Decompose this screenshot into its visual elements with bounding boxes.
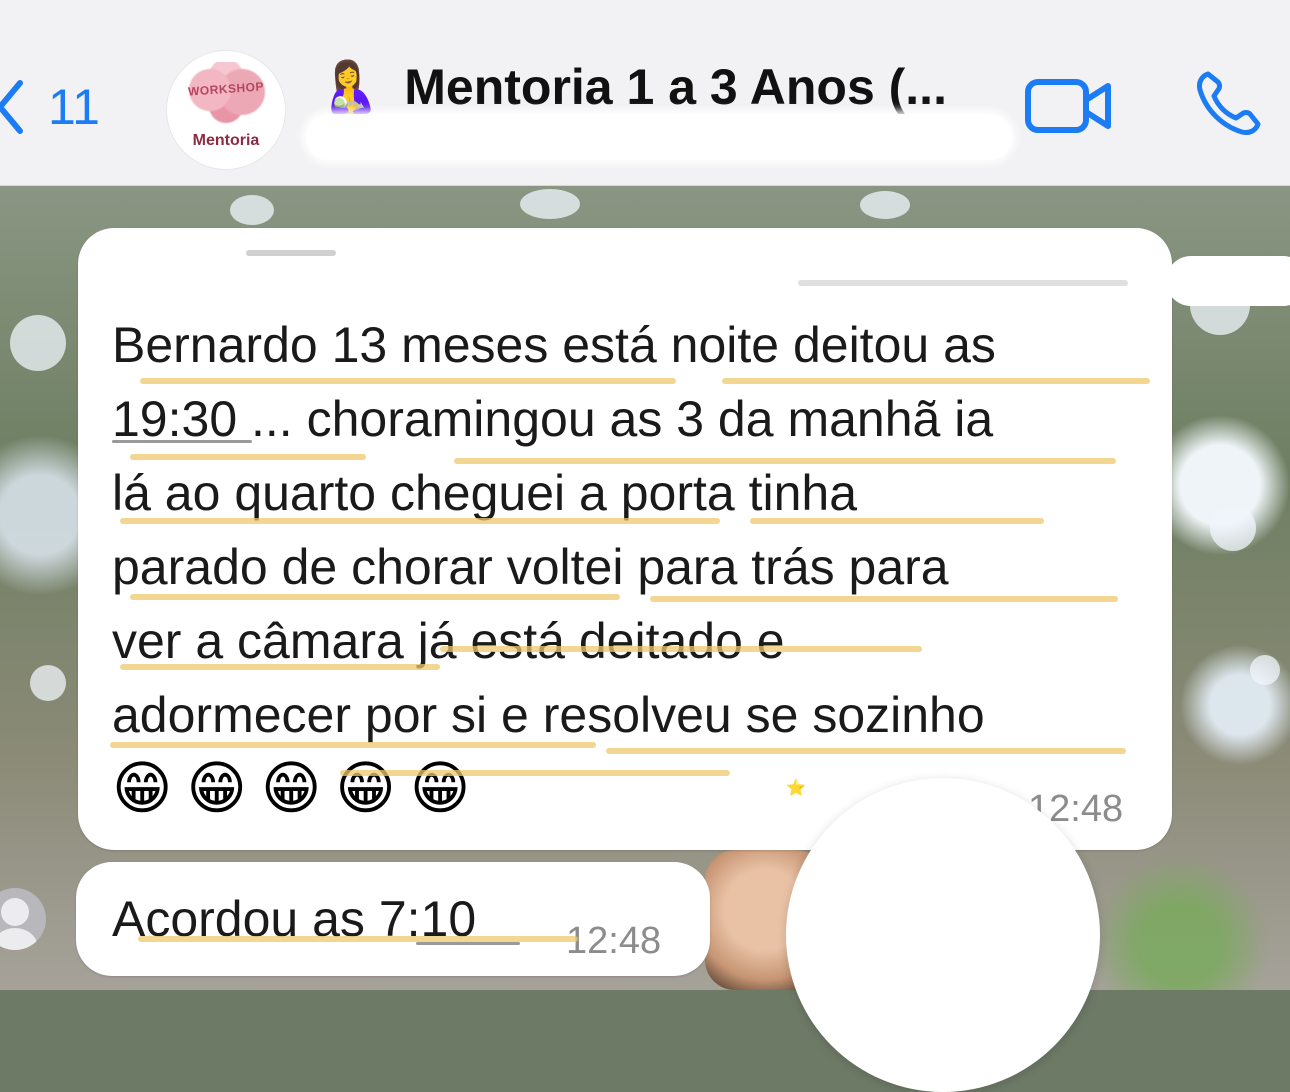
title-emoji: 🤱 xyxy=(318,59,381,115)
message-line: adormecer por si e resolveu se sozinho xyxy=(112,687,985,743)
highlight-underline xyxy=(606,748,1126,754)
group-avatar[interactable]: WORKSHOP Mentoria xyxy=(166,50,286,170)
chat-header: 11 WORKSHOP Mentoria 🤱 Mentoria 1 a 3 An… xyxy=(0,0,1290,186)
redacted-participants xyxy=(306,114,1012,160)
highlight-underline xyxy=(130,594,620,600)
reaction-bubble[interactable] xyxy=(786,778,1100,1092)
back-button[interactable]: 11 xyxy=(0,72,100,142)
redacted-phone xyxy=(798,280,1128,286)
grinning-emoji: 😁 xyxy=(409,756,471,821)
grinning-emoji: 😁 xyxy=(260,756,322,821)
message-bubble[interactable]: Bernardo 13 meses está noite deitou as 1… xyxy=(78,228,1290,850)
highlight-underline xyxy=(440,646,922,652)
time-underline xyxy=(112,440,252,443)
highlight-underline xyxy=(650,596,1118,602)
star-icon: ⭐ xyxy=(786,780,806,797)
highlight-underline xyxy=(722,378,1150,384)
message-time: 12:48 xyxy=(566,920,662,962)
redacted-sender xyxy=(246,250,336,256)
message-bubble[interactable]: Acordou as 7:10 12:48 xyxy=(76,862,710,976)
chat-title: Mentoria 1 a 3 Anos (... xyxy=(404,59,947,115)
video-call-icon[interactable] xyxy=(1024,76,1114,136)
chat-title-row[interactable]: 🤱 Mentoria 1 a 3 Anos (... xyxy=(318,52,947,122)
highlight-underline xyxy=(120,518,720,524)
highlight-underline xyxy=(120,664,440,670)
grinning-emoji: 😁 xyxy=(112,756,173,821)
grinning-emoji: 😁 xyxy=(335,756,396,821)
highlight-underline xyxy=(110,742,596,748)
grinning-emoji: 😁 xyxy=(186,756,247,821)
message-line: Bernardo 13 meses está noite deitou as xyxy=(112,317,996,373)
phone-call-icon[interactable] xyxy=(1194,68,1264,138)
highlight-underline xyxy=(454,458,1116,464)
bubble-tail xyxy=(1166,256,1290,306)
chevron-left-icon xyxy=(0,80,23,134)
message-line: parado de chorar voltei para trás para xyxy=(112,539,949,595)
highlight-underline xyxy=(340,770,730,776)
emoji-row: 😁 😁 😁 😁 😁 xyxy=(112,760,470,818)
unread-count: 11 xyxy=(48,79,100,135)
highlight-underline xyxy=(750,518,1044,524)
highlight-underline xyxy=(140,378,676,384)
highlight-underline xyxy=(130,454,366,460)
time-underline xyxy=(416,942,520,945)
message-line: 19:30 ... choramingou as 3 da manhã ia xyxy=(112,391,994,447)
avatar-label: Mentoria xyxy=(192,132,260,149)
